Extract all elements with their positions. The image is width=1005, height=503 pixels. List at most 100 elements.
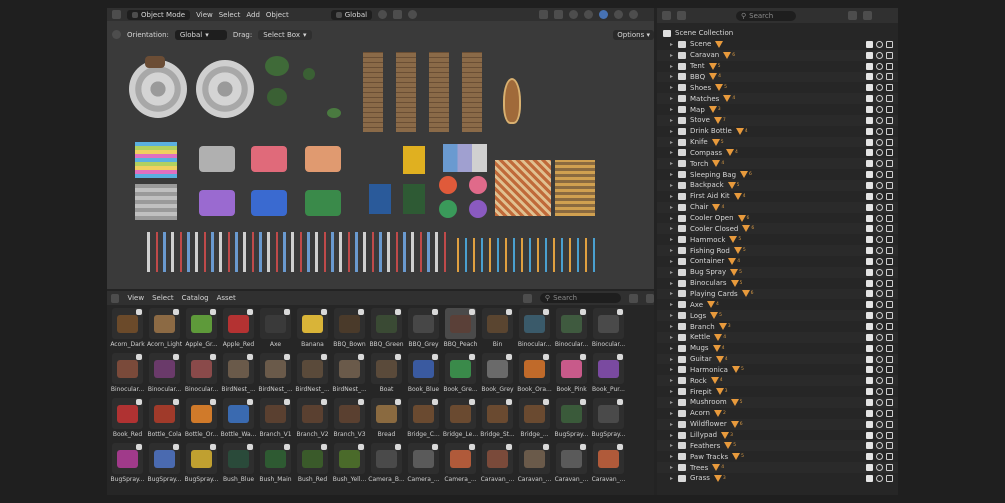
camera-icon[interactable]: [886, 377, 893, 385]
outliner-row[interactable]: ▸ Compass 4: [657, 148, 898, 159]
exclude-checkbox[interactable]: [866, 160, 873, 168]
asset-tile[interactable]: BirdNest_...: [331, 353, 368, 395]
expand-arrow-icon[interactable]: ▸: [670, 236, 678, 243]
outliner-row[interactable]: ▸ Mushroom 5: [657, 397, 898, 408]
expand-arrow-icon[interactable]: ▸: [670, 334, 678, 341]
eye-icon[interactable]: [876, 355, 883, 363]
asset-tile[interactable]: BirdNest_...: [257, 353, 294, 395]
expand-arrow-icon[interactable]: ▸: [670, 280, 678, 287]
exclude-checkbox[interactable]: [866, 95, 873, 103]
menu-select[interactable]: Select: [152, 294, 174, 302]
eye-icon[interactable]: [876, 290, 883, 298]
eye-icon[interactable]: [876, 333, 883, 341]
gizmo-icon[interactable]: [539, 10, 549, 19]
exclude-checkbox[interactable]: [866, 366, 873, 374]
exclude-checkbox[interactable]: [866, 409, 873, 417]
menu-view[interactable]: View: [127, 294, 144, 302]
expand-arrow-icon[interactable]: ▸: [670, 160, 678, 167]
expand-arrow-icon[interactable]: ▸: [670, 290, 678, 297]
exclude-checkbox[interactable]: [866, 127, 873, 135]
asset-tile[interactable]: Book_Gre...: [442, 353, 479, 395]
menu-view[interactable]: View: [196, 11, 213, 19]
asset-tile[interactable]: Branch_V2: [294, 398, 331, 440]
outliner-row[interactable]: ▸ Cooler Closed 6: [657, 223, 898, 235]
expand-arrow-icon[interactable]: ▸: [670, 269, 678, 276]
outliner-row[interactable]: ▸ Container 4: [657, 256, 898, 267]
asset-tile[interactable]: BugSpray...: [553, 398, 590, 440]
eye-icon[interactable]: [876, 51, 883, 59]
expand-arrow-icon[interactable]: ▸: [670, 128, 678, 135]
exclude-checkbox[interactable]: [866, 474, 873, 482]
asset-tile[interactable]: Acorn_Light: [146, 308, 183, 350]
expand-arrow-icon[interactable]: ▸: [670, 323, 678, 330]
camera-icon[interactable]: [886, 51, 893, 59]
outliner-search-input[interactable]: ⚲ Search: [736, 10, 796, 21]
expand-arrow-icon[interactable]: ▸: [670, 388, 678, 395]
eye-icon[interactable]: [876, 464, 883, 472]
outliner-row[interactable]: ▸ Paw Tracks 5: [657, 451, 898, 462]
asset-tile[interactable]: Acorn_Dark: [109, 308, 146, 350]
asset-tile[interactable]: Binocular...: [553, 308, 590, 350]
exclude-checkbox[interactable]: [866, 453, 873, 461]
camera-icon[interactable]: [886, 95, 893, 103]
outliner-row[interactable]: ▸ Tent 5: [657, 61, 898, 72]
menu-object[interactable]: Object: [266, 11, 289, 19]
orientation-dropdown[interactable]: Global ▾: [174, 29, 227, 40]
camera-icon[interactable]: [886, 453, 893, 461]
exclude-checkbox[interactable]: [866, 312, 873, 320]
outliner-row[interactable]: ▸ Axe 4: [657, 299, 898, 310]
asset-tile[interactable]: BBQ_Grey: [405, 308, 442, 350]
outliner-row[interactable]: ▸ Stove 7: [657, 114, 898, 126]
camera-icon[interactable]: [886, 203, 893, 211]
exclude-checkbox[interactable]: [866, 236, 873, 244]
outliner-row[interactable]: ▸ Grass 3: [657, 473, 898, 484]
exclude-checkbox[interactable]: [866, 192, 873, 200]
asset-tile[interactable]: BBQ_Bown: [331, 308, 368, 350]
asset-tile[interactable]: BugSpray...: [183, 443, 220, 485]
exclude-checkbox[interactable]: [866, 355, 873, 363]
overlay-icon[interactable]: [554, 10, 564, 19]
filter-icon[interactable]: [848, 11, 857, 20]
exclude-checkbox[interactable]: [866, 420, 873, 428]
eye-icon[interactable]: [876, 257, 883, 265]
menu-select[interactable]: Select: [219, 11, 241, 19]
eye-icon[interactable]: [876, 431, 883, 439]
xray-icon[interactable]: [569, 10, 579, 19]
expand-arrow-icon[interactable]: ▸: [670, 432, 678, 439]
expand-arrow-icon[interactable]: ▸: [670, 301, 678, 308]
drag-dropdown[interactable]: Select Box ▾: [258, 29, 312, 40]
eye-icon[interactable]: [876, 247, 883, 255]
camera-icon[interactable]: [886, 225, 893, 233]
asset-tile[interactable]: Bush_Yell...: [331, 443, 368, 485]
expand-arrow-icon[interactable]: ▸: [670, 95, 678, 102]
camera-icon[interactable]: [886, 333, 893, 341]
asset-tile[interactable]: Book_Pink: [553, 353, 590, 395]
exclude-checkbox[interactable]: [866, 257, 873, 265]
asset-tile[interactable]: Bridge_Le...: [442, 398, 479, 440]
exclude-checkbox[interactable]: [866, 84, 873, 92]
camera-icon[interactable]: [886, 388, 893, 396]
camera-icon[interactable]: [886, 366, 893, 374]
asset-tile[interactable]: Binocular...: [590, 308, 627, 350]
expand-arrow-icon[interactable]: ▸: [670, 453, 678, 460]
exclude-checkbox[interactable]: [866, 290, 873, 298]
expand-arrow-icon[interactable]: ▸: [670, 421, 678, 428]
exclude-checkbox[interactable]: [866, 181, 873, 189]
exclude-checkbox[interactable]: [866, 106, 873, 114]
eye-icon[interactable]: [876, 62, 883, 70]
editor-type-icon[interactable]: [112, 10, 121, 19]
expand-arrow-icon[interactable]: ▸: [670, 247, 678, 254]
camera-icon[interactable]: [886, 62, 893, 70]
eye-icon[interactable]: [876, 40, 883, 48]
outliner-row[interactable]: ▸ Kettle 4: [657, 331, 898, 343]
eye-icon[interactable]: [876, 366, 883, 374]
eye-icon[interactable]: [876, 149, 883, 157]
camera-icon[interactable]: [886, 160, 893, 168]
display-mode-icon[interactable]: [523, 293, 532, 303]
eye-icon[interactable]: [876, 453, 883, 461]
eye-icon[interactable]: [876, 398, 883, 406]
shading-rendered-icon[interactable]: [629, 10, 639, 19]
expand-arrow-icon[interactable]: ▸: [670, 193, 678, 200]
asset-tile[interactable]: BugSpray...: [590, 398, 627, 440]
outliner-row[interactable]: ▸ Wildflower 6: [657, 418, 898, 430]
